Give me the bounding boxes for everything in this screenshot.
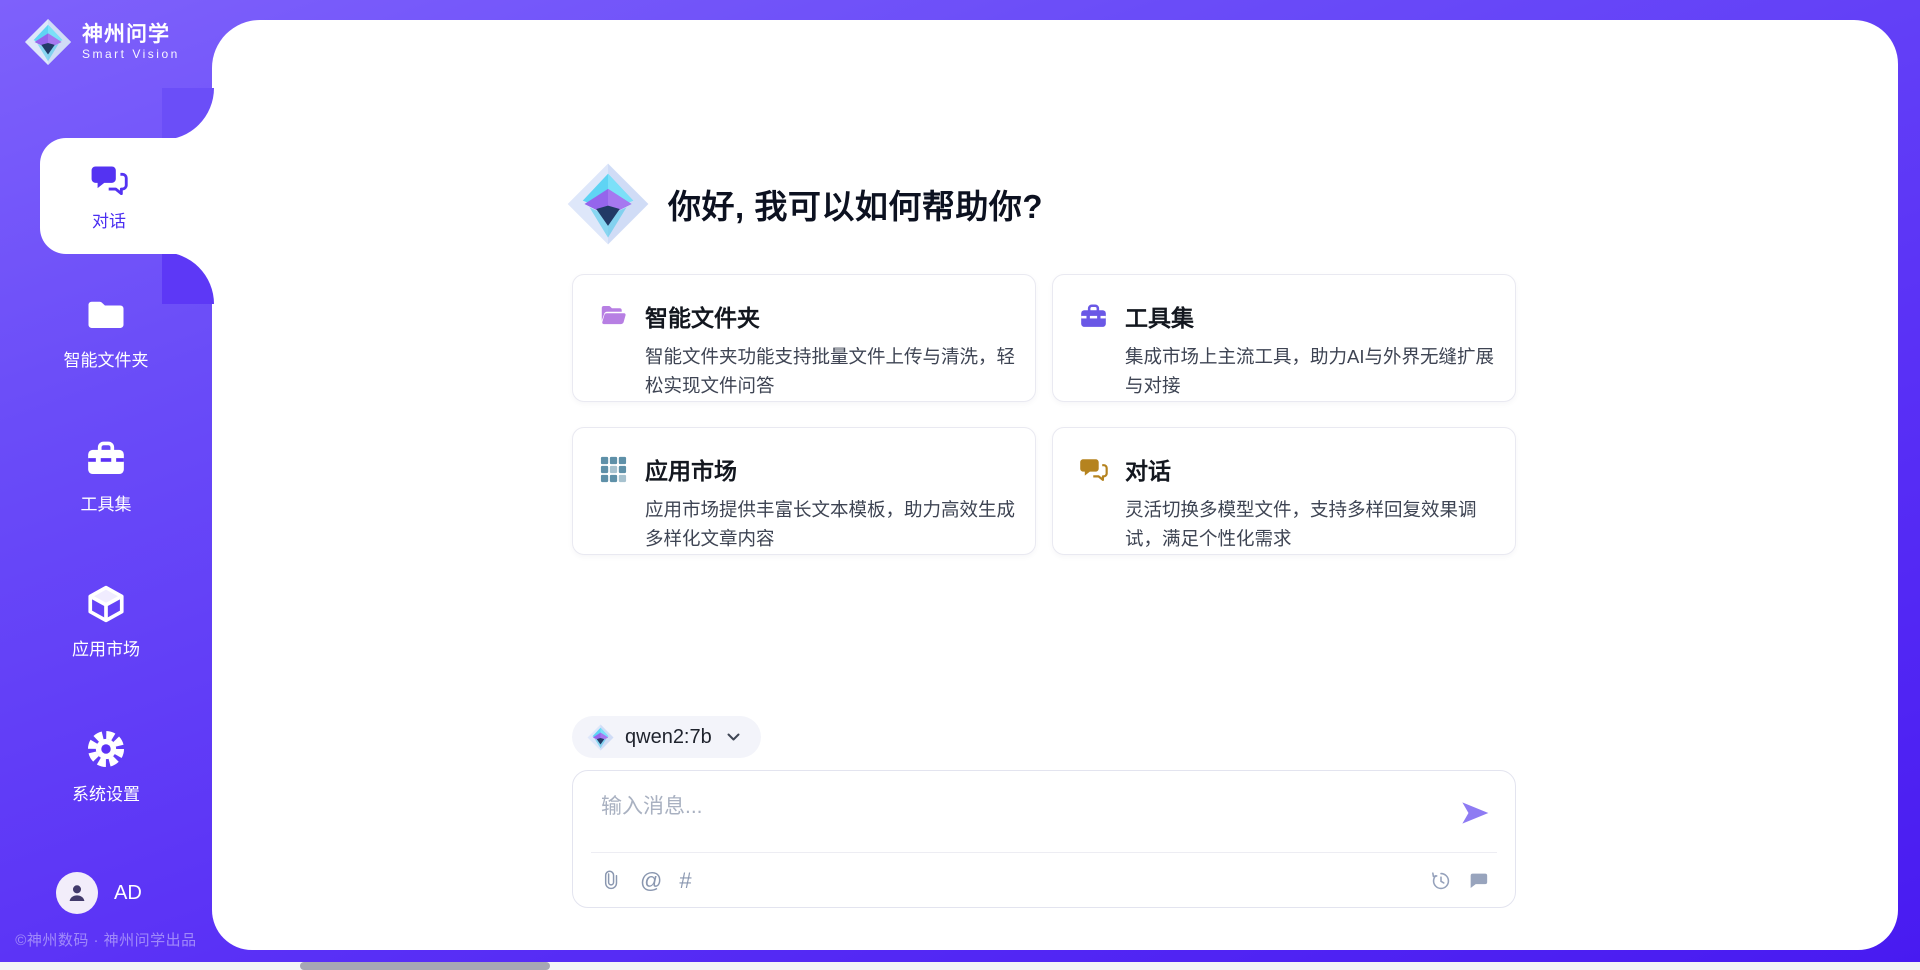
greeting: 你好, 我可以如何帮助你?: [566, 162, 1043, 246]
history-icon: [1430, 870, 1452, 892]
card-description: 应用市场提供丰富长文本模板，助力高效生成多样化文章内容: [645, 496, 1017, 553]
person-icon: [64, 880, 90, 906]
toolbox-icon: [1079, 302, 1108, 331]
card-title: 工具集: [1125, 299, 1194, 333]
card-toolset[interactable]: 工具集 集成市场上主流工具，助力AI与外界无缝扩展与对接: [1052, 274, 1516, 402]
conversation-icon: [1467, 870, 1489, 892]
scrollbar-thumb[interactable]: [300, 962, 550, 970]
sidebar: 神州问学 Smart Vision 智能文件夹 工具集 应用市场 系统设置: [0, 0, 212, 970]
folder-icon: [85, 294, 127, 336]
model-selector[interactable]: qwen2:7b: [572, 716, 761, 758]
chevron-down-icon: [726, 732, 741, 743]
brand: 神州问学 Smart Vision: [24, 18, 180, 66]
card-title: 应用市场: [645, 452, 737, 486]
sidebar-item-settings[interactable]: 系统设置: [6, 728, 206, 805]
card-description: 灵活切换多模型文件，支持多样回复效果调试，满足个性化需求: [1125, 496, 1497, 553]
mention-button[interactable]: @: [640, 870, 662, 892]
toolbox-icon: [85, 438, 127, 480]
greeting-text: 你好, 我可以如何帮助你?: [668, 180, 1043, 228]
chat-bubbles-icon: [1079, 455, 1108, 484]
message-input[interactable]: [601, 787, 1401, 827]
history-button[interactable]: [1430, 870, 1452, 892]
attachment-icon: [601, 870, 623, 892]
sidebar-item-label: 系统设置: [72, 780, 140, 805]
diamond-logo-icon: [566, 162, 650, 246]
card-app-market[interactable]: 应用市场 应用市场提供丰富长文本模板，助力高效生成多样化文章内容: [572, 427, 1036, 555]
brand-subtitle: Smart Vision: [82, 47, 180, 61]
message-composer: @ #: [572, 770, 1516, 908]
topic-button[interactable]: #: [679, 870, 691, 892]
sidebar-item-app-market[interactable]: 应用市场: [6, 583, 206, 660]
horizontal-scrollbar[interactable]: [0, 962, 1920, 970]
app-root: { "brand": { "name": "神州问学", "subtitle":…: [0, 0, 1920, 970]
card-description: 集成市场上主流工具，助力AI与外界无缝扩展与对接: [1125, 343, 1497, 400]
send-icon: [1459, 797, 1491, 829]
brand-name: 神州问学: [82, 23, 180, 47]
folder-open-icon: [599, 302, 628, 331]
model-name: qwen2:7b: [625, 726, 712, 749]
diamond-logo-icon: [24, 18, 72, 66]
sidebar-item-label: 智能文件夹: [64, 346, 149, 371]
avatar: [56, 872, 98, 914]
attachment-button[interactable]: [601, 870, 623, 892]
sidebar-item-smart-folder[interactable]: 智能文件夹: [6, 294, 206, 371]
user-profile[interactable]: AD: [56, 872, 142, 914]
feature-cards: 智能文件夹 智能文件夹功能支持批量文件上传与清洗，轻松实现文件问答 工具集 集成…: [572, 274, 1516, 555]
sidebar-item-label: 应用市场: [72, 635, 140, 660]
card-title: 对话: [1125, 452, 1171, 486]
card-title: 智能文件夹: [645, 299, 760, 333]
diamond-logo-icon: [587, 724, 614, 751]
card-smart-folder[interactable]: 智能文件夹 智能文件夹功能支持批量文件上传与清洗，轻松实现文件问答: [572, 274, 1036, 402]
gear-icon: [85, 728, 127, 770]
cube-icon: [85, 583, 127, 625]
card-description: 智能文件夹功能支持批量文件上传与清洗，轻松实现文件问答: [645, 343, 1017, 400]
sidebar-footer: ©神州数码 · 神州问学出品: [4, 929, 208, 950]
main-panel: 你好, 我可以如何帮助你? 智能文件夹 智能文件夹功能支持批量文件上传与清洗，轻…: [212, 20, 1898, 950]
sidebar-item-label: 工具集: [81, 490, 132, 515]
conversation-button[interactable]: [1467, 870, 1489, 892]
send-button[interactable]: [1459, 797, 1491, 829]
card-chat[interactable]: 对话 灵活切换多模型文件，支持多样回复效果调试，满足个性化需求: [1052, 427, 1516, 555]
sidebar-item-toolset[interactable]: 工具集: [6, 438, 206, 515]
composer-divider: [591, 852, 1497, 853]
user-initials: AD: [114, 882, 142, 905]
grid-icon: [599, 455, 628, 484]
